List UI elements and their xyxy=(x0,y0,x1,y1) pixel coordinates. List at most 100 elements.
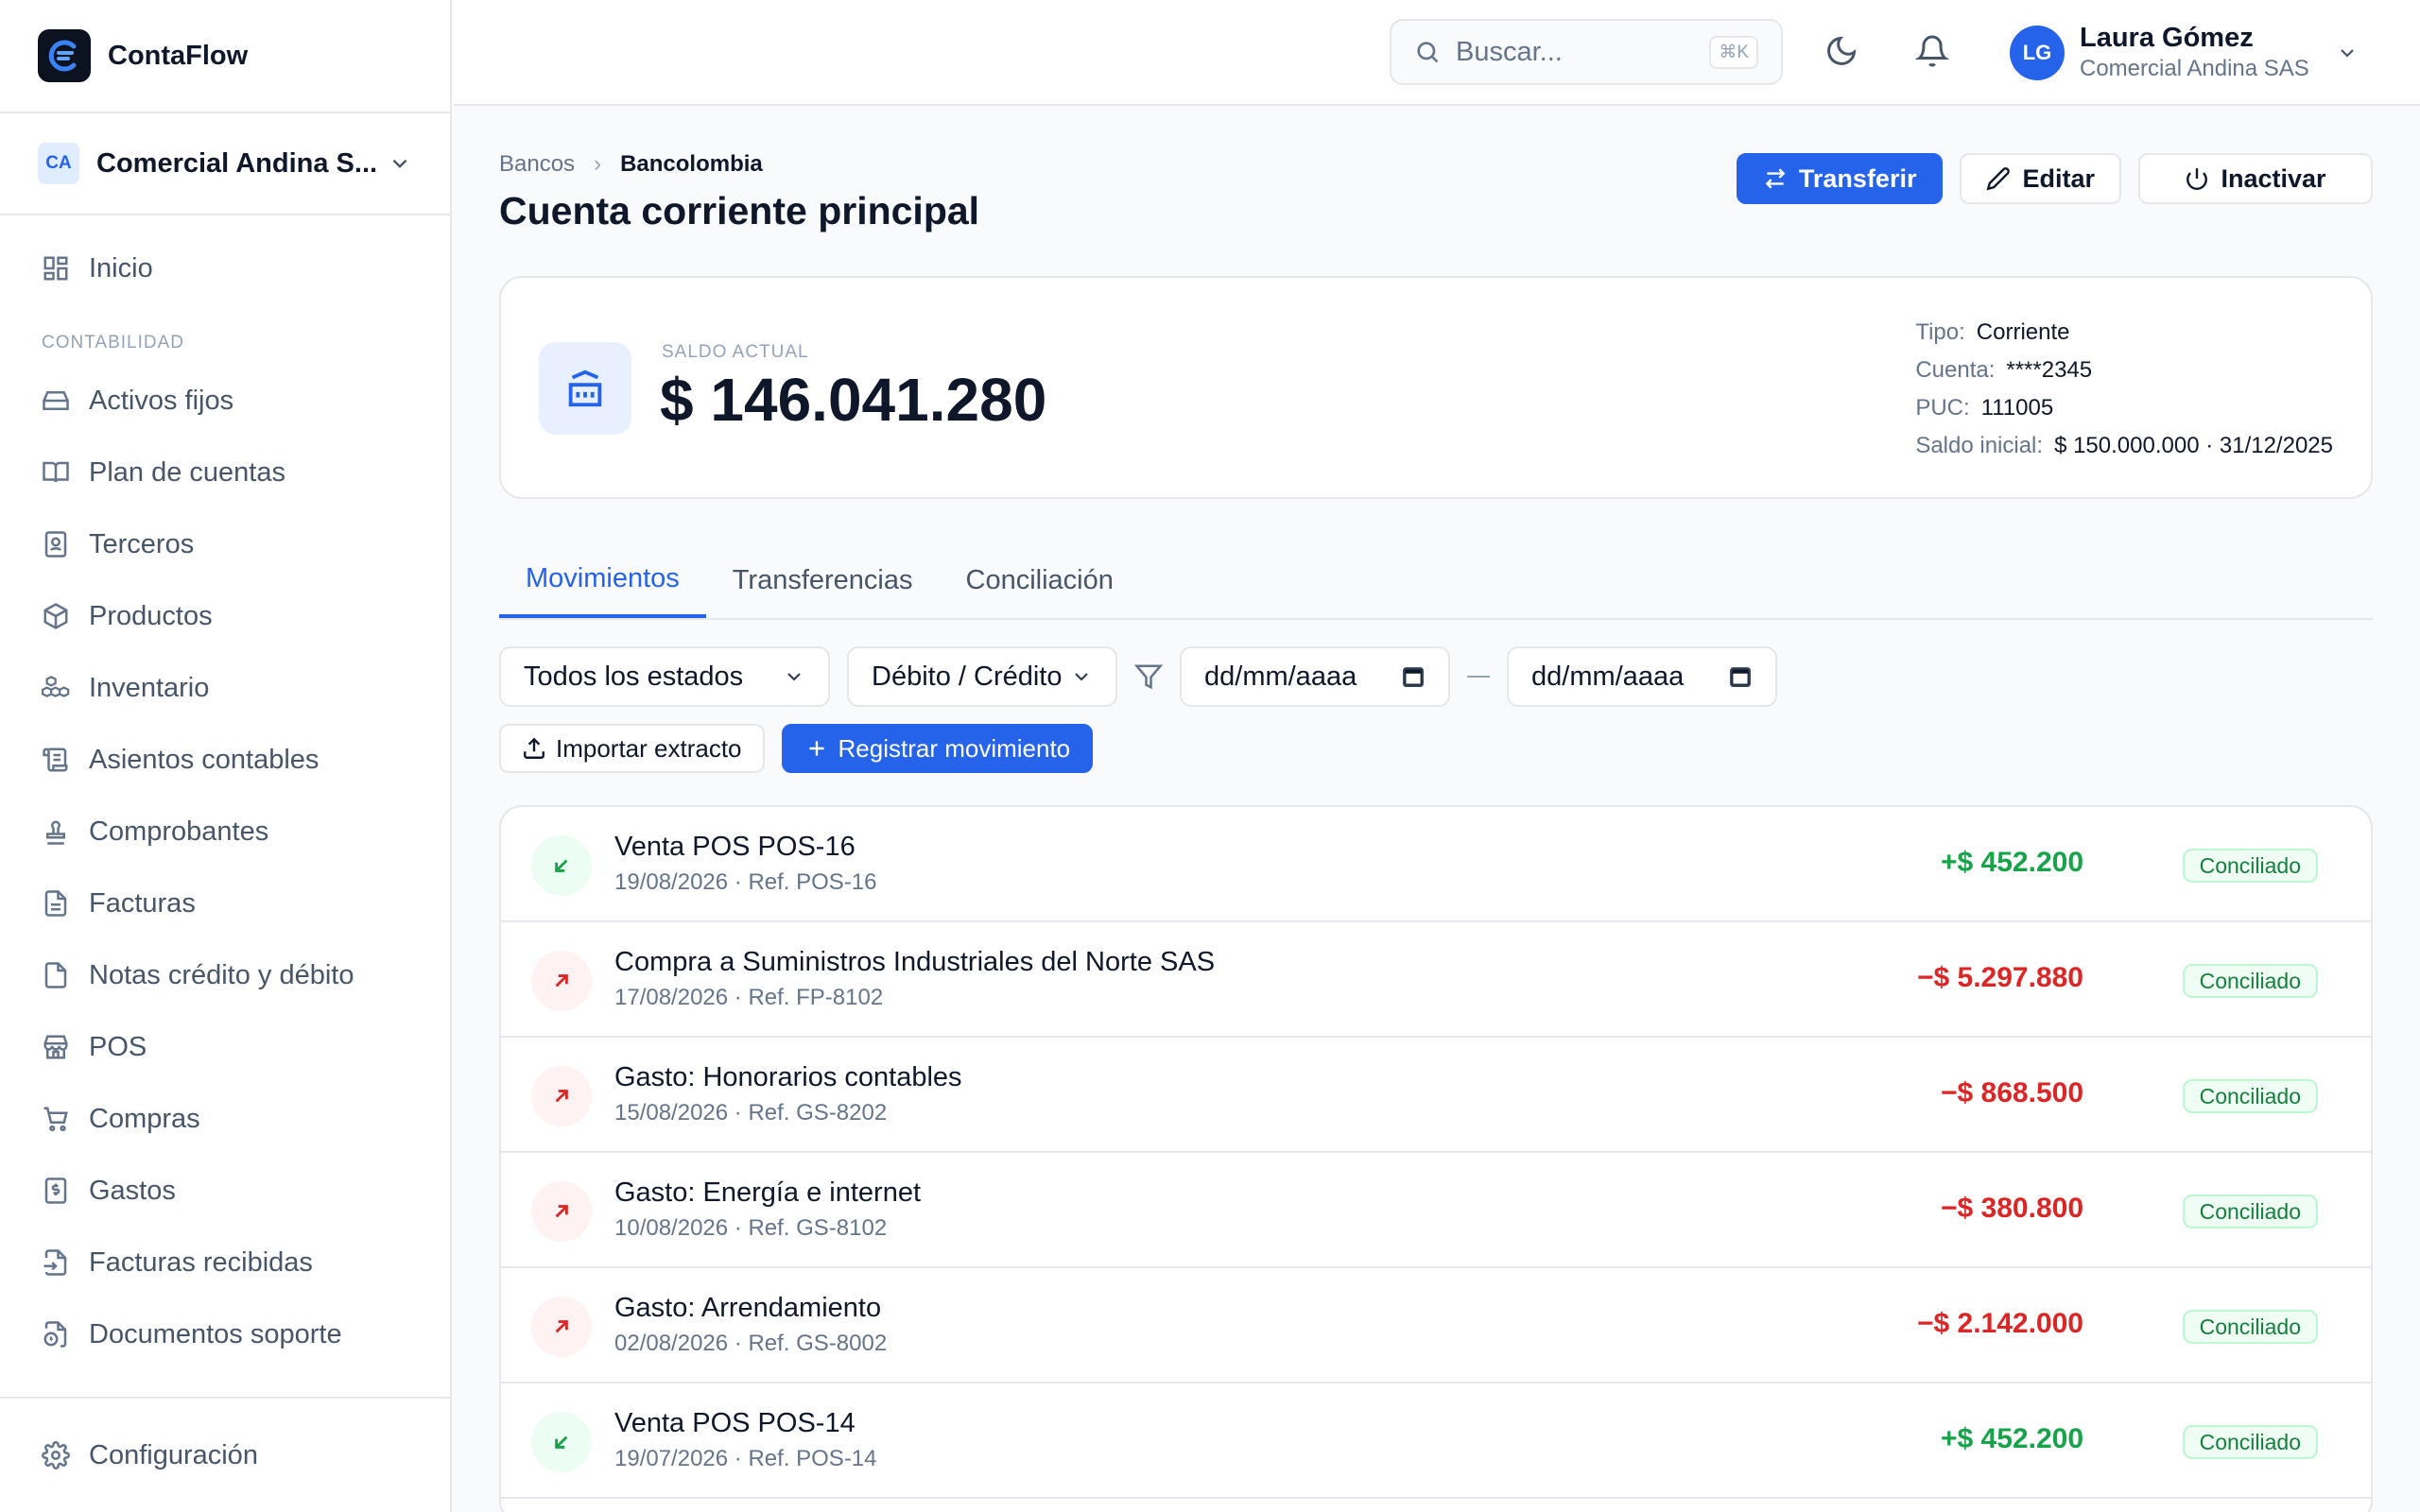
sidebar-item-label: Notas crédito y débito xyxy=(89,959,354,990)
chevron-down-icon xyxy=(2341,48,2354,58)
sidebar-item-label: Gastos xyxy=(89,1175,176,1206)
brand[interactable]: ContaFlow xyxy=(0,0,450,113)
sidebar-item-documentos-soporte[interactable]: Documentos soporte xyxy=(0,1298,450,1370)
tab-transferencias[interactable]: Transferencias xyxy=(706,542,940,618)
package-icon xyxy=(43,603,68,629)
transfer-button[interactable]: Transferir xyxy=(1736,153,1944,204)
list-item[interactable]: Venta POS POS-14 19/07/2026 · Ref. POS-1… xyxy=(501,1383,2371,1499)
import-statement-button[interactable]: Importar extracto xyxy=(499,724,765,773)
edit-button[interactable]: Editar xyxy=(1960,153,2121,204)
sidebar-item-plan-de-cuentas[interactable]: Plan de cuentas xyxy=(0,437,450,508)
sidebar-item-label: Compras xyxy=(89,1103,200,1134)
search-input[interactable]: Buscar... ⌘K xyxy=(1390,19,1783,85)
file-text-icon xyxy=(44,890,67,917)
list-item[interactable]: Gasto: Arrendamiento 02/08/2026 · Ref. G… xyxy=(501,1268,2371,1383)
sidebar-item-inicio[interactable]: Inicio xyxy=(0,232,450,304)
sidebar-item-gastos[interactable]: Gastos xyxy=(0,1155,450,1227)
sidebar-item-asientos-contables[interactable]: Asientos contables xyxy=(0,724,450,796)
gear-icon xyxy=(42,1441,70,1469)
book-open-icon xyxy=(43,461,69,483)
sidebar-item-comprobantes[interactable]: Comprobantes xyxy=(0,796,450,868)
deactivate-button[interactable]: Inactivar xyxy=(2138,153,2373,204)
initial-balance-label: Saldo inicial: xyxy=(1915,433,2044,458)
sidebar: ContaFlow CA Comercial Andina S... Inici… xyxy=(0,0,452,1512)
balance-card: SALDO ACTUAL $ 146.041.280 Tipo: Corrient… xyxy=(499,276,2373,499)
user-company: Comercial Andina SAS xyxy=(2080,56,2309,81)
sidebar-item-productos[interactable]: Productos xyxy=(0,580,450,652)
power-icon xyxy=(2187,168,2208,190)
grid-icon xyxy=(43,256,68,281)
account-label: Cuenta: xyxy=(1915,357,1996,383)
breadcrumb-parent[interactable]: Bancos xyxy=(499,151,575,178)
sidebar-item-configuracion[interactable]: Configuración xyxy=(0,1419,258,1491)
sidebar-item-notas-credito-debito[interactable]: Notas crédito y débito xyxy=(0,939,450,1011)
list-item[interactable]: Gasto: Honorarios contables 15/08/2026 ·… xyxy=(501,1038,2371,1153)
page-title: Cuenta corriente principal xyxy=(499,189,980,232)
chevron-down-icon xyxy=(1075,673,1088,681)
list-item[interactable]: Gasto: Energía e internet 10/08/2026 · R… xyxy=(501,1153,2371,1268)
plus-icon xyxy=(808,741,824,756)
tab-movimientos[interactable]: Movimientos xyxy=(499,542,706,618)
account-details: Tipo: Corriente Cuenta: ****2345 PUC: 11100… xyxy=(1915,314,2333,465)
sidebar-item-label: Comprobantes xyxy=(89,816,269,847)
arrow-up-right-icon xyxy=(531,1066,592,1126)
status-badge: Conciliado xyxy=(2182,1425,2318,1459)
movement-amount: −$ 868.500 xyxy=(1941,1077,2083,1108)
status-badge: Conciliado xyxy=(2182,1310,2318,1344)
list-item[interactable]: Venta POS POS-16 19/08/2026 · Ref. POS-1… xyxy=(501,807,2371,922)
type-label: Tipo: xyxy=(1915,319,1965,345)
status-badge: Conciliado xyxy=(2182,1079,2318,1113)
status-badge: Conciliado xyxy=(2182,1194,2318,1228)
sidebar-nav: Inicio CONTABILIDAD Activos fijos Plan d… xyxy=(0,215,450,1370)
scroll-icon xyxy=(43,747,68,772)
sidebar-item-label: Facturas xyxy=(89,887,196,919)
company-badge: CA xyxy=(38,143,79,184)
sidebar-item-terceros[interactable]: Terceros xyxy=(0,508,450,580)
sidebar-item-label: Facturas recibidas xyxy=(89,1246,313,1278)
sidebar-item-compras[interactable]: Compras xyxy=(0,1083,450,1155)
sidebar-item-pos[interactable]: POS xyxy=(0,1011,450,1083)
search-placeholder: Buscar... xyxy=(1456,36,1563,67)
sidebar-item-label: Asientos contables xyxy=(89,744,320,775)
tab-conciliacion[interactable]: Conciliación xyxy=(940,542,1140,618)
bell-icon[interactable] xyxy=(1915,34,1949,68)
avatar: LG xyxy=(2010,25,2065,80)
company-switcher[interactable]: CA Comercial Andina S... xyxy=(0,113,450,215)
page-actions: Transferir Editar Inactivar xyxy=(1736,153,2373,204)
movement-title: Gasto: Honorarios contables xyxy=(614,1062,962,1092)
upload-icon xyxy=(524,737,544,759)
movement-meta: 02/08/2026 · Ref. GS-8002 xyxy=(614,1331,888,1356)
sidebar-item-activos-fijos[interactable]: Activos fijos xyxy=(0,365,450,437)
user-menu[interactable]: LG Laura Gómez Comercial Andina SAS xyxy=(2010,23,2359,82)
receipt-dollar-icon xyxy=(44,1177,67,1204)
sidebar-item-label: Productos xyxy=(89,600,213,631)
sidebar-item-facturas-recibidas[interactable]: Facturas recibidas xyxy=(0,1227,450,1298)
status-select[interactable]: Todos los estados xyxy=(499,646,830,707)
calendar-icon[interactable] xyxy=(1401,664,1426,689)
transfer-label: Transferir xyxy=(1798,163,1917,193)
calendar-icon[interactable] xyxy=(1728,664,1753,689)
arrow-down-left-icon xyxy=(531,835,592,896)
sidebar-item-facturas[interactable]: Facturas xyxy=(0,868,450,939)
sidebar-item-label: Inventario xyxy=(89,672,210,703)
sidebar-item-label: Terceros xyxy=(89,528,195,559)
sidebar-footer: Configuración xyxy=(0,1397,450,1512)
movement-amount: −$ 2.142.000 xyxy=(1916,1308,2083,1339)
puc-label: PUC: xyxy=(1915,395,1970,421)
list-item[interactable]: Compra a Suministros Industriales del No… xyxy=(501,922,2371,1038)
moon-icon[interactable] xyxy=(1824,34,1858,68)
register-movement-button[interactable]: Registrar movimiento xyxy=(781,724,1094,773)
arrow-down-left-icon xyxy=(531,1412,592,1472)
movement-meta: 17/08/2026 · Ref. FP-8102 xyxy=(614,985,884,1010)
bank-icon xyxy=(539,342,631,435)
register-movement-label: Registrar movimiento xyxy=(838,733,1071,763)
puc-value: 111005 xyxy=(1980,395,2054,421)
app-name: ContaFlow xyxy=(108,40,249,71)
sidebar-item-inventario[interactable]: Inventario xyxy=(0,652,450,724)
date-from-input[interactable]: dd/mm/aaaa xyxy=(1180,646,1450,707)
filters: Todos los estados Débito / Crédito dd/mm… xyxy=(499,646,1777,707)
movement-amount: +$ 452.200 xyxy=(1941,847,2083,878)
kind-select[interactable]: Débito / Crédito xyxy=(847,646,1117,707)
store-icon xyxy=(43,1035,68,1059)
date-to-input[interactable]: dd/mm/aaaa xyxy=(1507,646,1777,707)
